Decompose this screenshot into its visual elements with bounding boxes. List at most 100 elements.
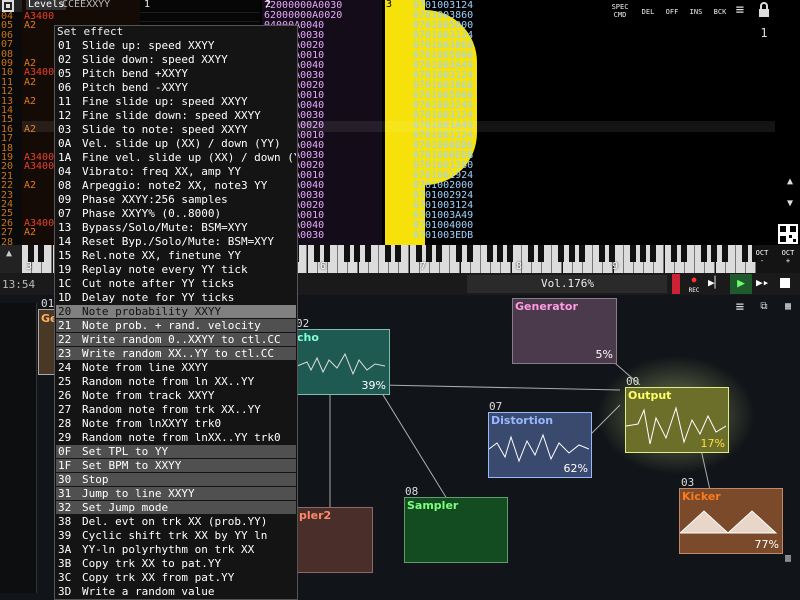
piano-black-key[interactable]	[497, 245, 504, 262]
module-grid-icon[interactable]: ▦	[780, 301, 796, 312]
effect-item-3a[interactable]: 3A YY-ln polyrhythm on trk XX	[56, 543, 296, 556]
piano-black-key[interactable]	[415, 245, 422, 262]
effect-item-11[interactable]: 11 Fine slide up: speed XXYY	[56, 95, 296, 108]
piano-black-key[interactable]	[568, 245, 575, 262]
piano-black-key[interactable]	[527, 245, 534, 262]
play-from-start-icon[interactable]: ▶▏	[708, 276, 724, 289]
effect-item-14[interactable]: 14 Reset Byp./Solo/Mute: BSM=XYY	[56, 235, 296, 248]
piano-black-key[interactable]	[28, 245, 34, 262]
ins-button[interactable]: INS	[686, 8, 706, 26]
effect-item-01[interactable]: 01 Slide up: speed XXYY	[56, 39, 296, 52]
effect-item-15[interactable]: 15 Rel.note XX, finetune YY	[56, 249, 296, 262]
off-button[interactable]: OFF	[662, 8, 682, 26]
effect-item-19[interactable]: 19 Replay note every YY tick	[56, 263, 296, 276]
piano-black-key[interactable]	[670, 245, 677, 262]
effect-item-3b[interactable]: 3B Copy trk XX to pat.YY	[56, 557, 296, 570]
piano-black-key[interactable]	[507, 245, 514, 262]
scroll-down-icon[interactable]: ▼	[782, 198, 798, 209]
level-bars-icon[interactable]: ▥	[780, 553, 796, 564]
module-layout-icon[interactable]: ⧉	[756, 301, 772, 312]
spec-cmd-button[interactable]: SPEC CMD	[610, 3, 630, 21]
octave-down-button[interactable]: OCT -	[752, 249, 772, 265]
piano-black-key[interactable]	[364, 245, 371, 262]
bck-button[interactable]: BCK	[710, 8, 730, 26]
piano-black-key[interactable]	[38, 245, 45, 262]
menu-icon[interactable]: ≡	[732, 2, 748, 18]
effect-item-20[interactable]: 20 Note probability XXYY	[56, 305, 296, 318]
effect-item-05[interactable]: 05 Pitch bend +XXYY	[56, 67, 296, 80]
piano-black-key[interactable]	[313, 245, 320, 262]
play-icon[interactable]: ▶	[730, 274, 752, 294]
effect-item-31[interactable]: 31 Jump to line XXYY	[56, 487, 296, 500]
piano-black-key[interactable]	[680, 245, 687, 262]
effect-item-3d[interactable]: 3D Write a random value	[56, 585, 296, 598]
stop-icon[interactable]	[780, 278, 790, 288]
effect-item-26[interactable]: 26 Note from track XXYY	[56, 389, 296, 402]
effect-item-04[interactable]: 04 Vibrato: freq XX, amp YY	[56, 165, 296, 178]
piano-black-key[interactable]	[487, 245, 493, 262]
piano-black-key[interactable]	[609, 245, 616, 262]
scroll-up-icon[interactable]: ▲	[782, 176, 798, 187]
app-logo[interactable]	[0, 0, 22, 12]
module-output[interactable]: Output 17%	[625, 387, 729, 453]
effect-item-08[interactable]: 08 Arpeggio: note2 XX, note3 YY	[56, 179, 296, 192]
piano-black-key[interactable]	[578, 245, 585, 262]
effect-item-0a[interactable]: 0A Vel. slide up (XX) / down (YY)	[56, 137, 296, 150]
piano-black-key[interactable]	[425, 245, 432, 262]
piano-black-key[interactable]	[538, 245, 544, 262]
effect-item-21[interactable]: 21 Note prob. + rand. velocity	[56, 319, 296, 332]
piano-black-key[interactable]	[640, 245, 646, 262]
effect-item-32[interactable]: 32 Set Jump mode	[56, 501, 296, 514]
set-effect-menu[interactable]: Set effect 01 Slide up: speed XXYY 02 Slide…	[54, 25, 298, 600]
piano-black-key[interactable]	[323, 245, 330, 262]
piano-black-key[interactable]	[395, 245, 402, 262]
effect-item-02[interactable]: 02 Slide down: speed XXYY	[56, 53, 296, 66]
piano-black-key[interactable]	[599, 245, 606, 262]
effect-item-1d[interactable]: 1D Delay note for YY ticks	[56, 291, 296, 304]
effect-item-1f[interactable]: 1F Set BPM to XXYY	[56, 459, 296, 472]
module-distortion[interactable]: Distortion 62%	[488, 412, 592, 478]
effect-item-30[interactable]: 30 Stop	[56, 473, 296, 486]
effect-item-25[interactable]: 25 Random note from ln XX..YY	[56, 375, 296, 388]
effect-item-22[interactable]: 22 Write random 0..XXYY to ctl.CC	[56, 333, 296, 346]
effect-item-23[interactable]: 23 Write random XX..YY to ctl.CC	[56, 347, 296, 360]
effect-item-29[interactable]: 29 Random note from lnXX..YY trk0	[56, 431, 296, 444]
piano-black-key[interactable]	[711, 245, 718, 262]
module-kicker[interactable]: Kicker 77%	[679, 488, 783, 554]
effect-item-07[interactable]: 07 Phase XXYY% (0..8000)	[56, 207, 296, 220]
effect-item-03[interactable]: 03 Slide to note: speed XXYY	[56, 123, 296, 136]
volume-readout[interactable]: Vol.176%	[467, 275, 667, 293]
modules-menu-icon[interactable]: ≡	[732, 299, 748, 315]
module-sampler2[interactable]: pler2	[296, 507, 373, 573]
timeline-side-button[interactable]: ▲	[0, 245, 22, 273]
track-a-note[interactable]: A2	[24, 96, 36, 107]
track-a-note[interactable]: A2	[24, 228, 36, 238]
effect-item-38[interactable]: 38 Del. evt on trk XX (prob.YY)	[56, 515, 296, 528]
effect-item-12[interactable]: 12 Fine slide down: speed XXYY	[56, 109, 296, 122]
piano-black-key[interactable]	[650, 245, 657, 262]
del-button[interactable]: DEL	[638, 8, 658, 26]
piano-black-key[interactable]	[721, 245, 728, 262]
effect-item-13[interactable]: 13 Bypass/Solo/Mute: BSM=XYY	[56, 221, 296, 234]
effect-item-28[interactable]: 28 Note from lnXXYY trk0	[56, 417, 296, 430]
piano-black-key[interactable]	[701, 245, 708, 262]
piano-black-key[interactable]	[354, 245, 361, 262]
track-d-event[interactable]: 0701003EDB	[413, 231, 473, 241]
module-sampler[interactable]: Sampler	[404, 497, 508, 563]
effect-item-06[interactable]: 06 Pitch bend -XXYY	[56, 81, 296, 94]
effect-item-3c[interactable]: 3C Copy trk XX from pat.YY	[56, 571, 296, 584]
piano-black-key[interactable]	[385, 245, 391, 262]
effect-item-1c[interactable]: 1C Cut note after YY ticks	[56, 277, 296, 290]
piano-black-key[interactable]	[456, 245, 463, 262]
effect-item-24[interactable]: 24 Note from line XXYY	[56, 361, 296, 374]
piano-black-key[interactable]	[629, 245, 636, 262]
piano-black-key[interactable]	[344, 245, 351, 262]
piano-black-key[interactable]	[742, 245, 748, 262]
track-a-note[interactable]: A2	[24, 77, 36, 88]
play-pattern-icon[interactable]: ▶▸	[756, 276, 772, 289]
track-a-note[interactable]: A3400	[24, 162, 54, 172]
effect-item-39[interactable]: 39 Cyclic shift trk XX by YY ln	[56, 529, 296, 542]
lock-icon[interactable]	[756, 2, 772, 22]
octave-up-button[interactable]: OCT +	[778, 249, 798, 265]
track-a-note[interactable]: A2	[24, 181, 36, 191]
